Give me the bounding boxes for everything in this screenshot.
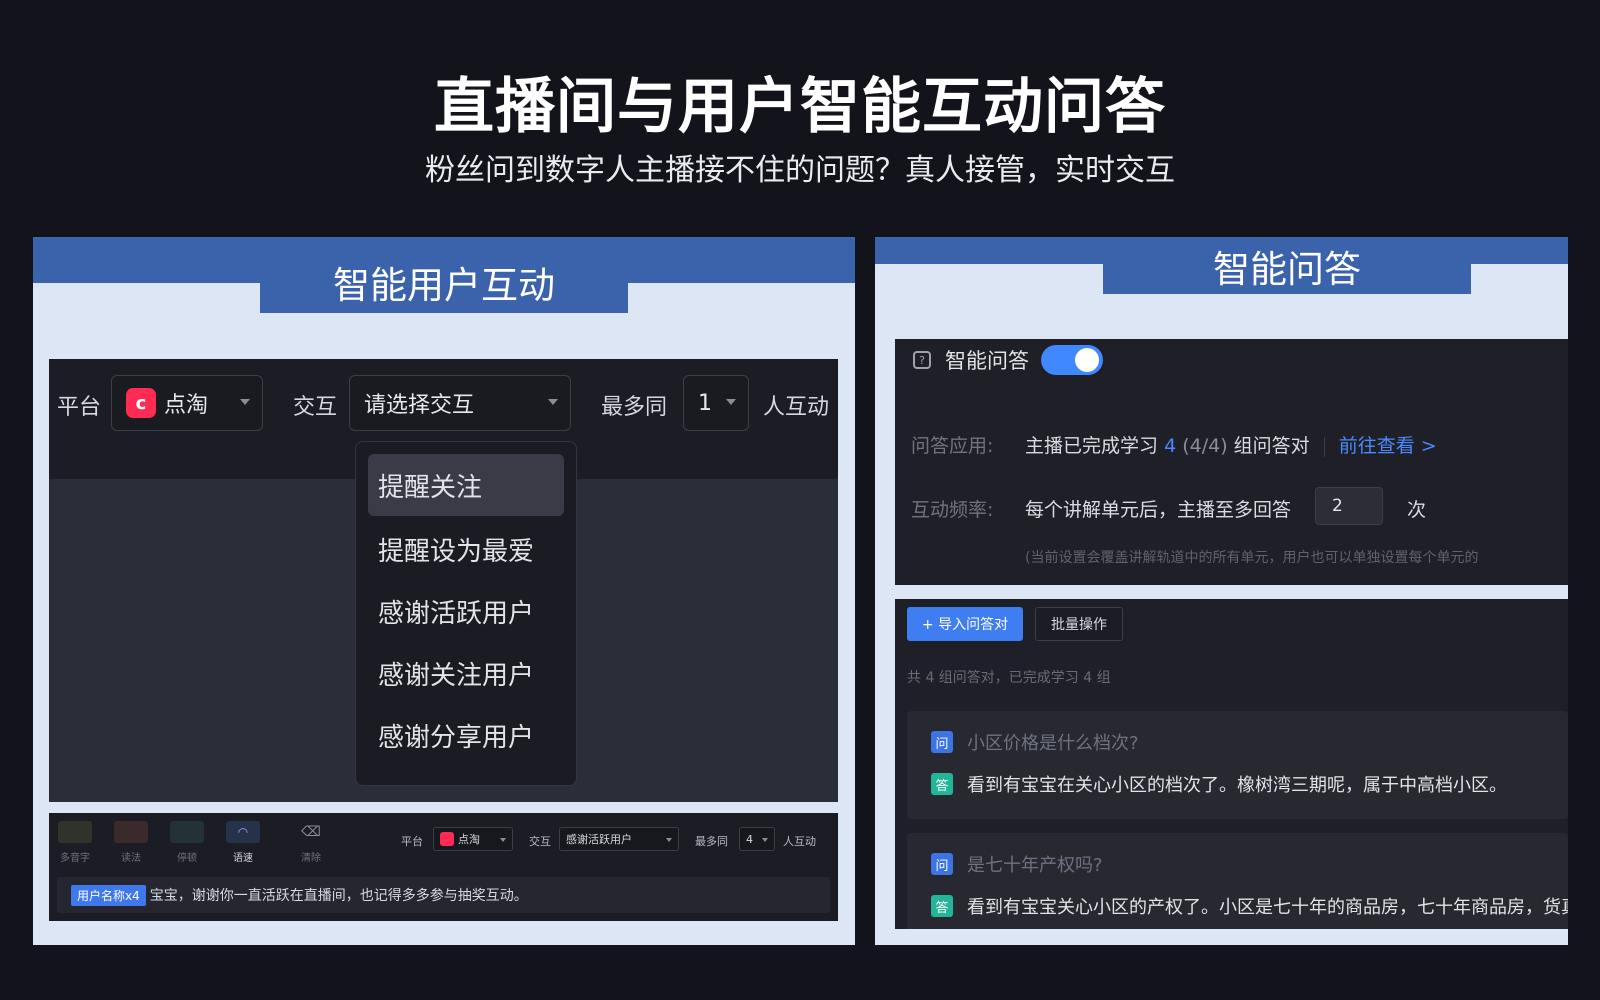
dropdown-option[interactable]: 提醒关注	[368, 454, 564, 516]
mini-interaction-label: 交互	[529, 835, 551, 848]
freq-text: 每个讲解单元后，主播至多回答	[1025, 499, 1292, 521]
qa-item[interactable]: 问 是七十年产权吗? 答 看到有宝宝关心小区的产权了。小区是七十年的商品房，七十…	[907, 833, 1568, 929]
panel-tab-title: 智能问答	[1103, 237, 1471, 294]
dropdown-option[interactable]: 提醒设为最爱	[368, 518, 564, 580]
tool-pause[interactable]: 停顿	[165, 821, 209, 864]
diantao-logo-icon	[440, 832, 454, 846]
qa-list-screenshot: + 导入问答对 批量操作 共 4 组问答对，已完成学习 4 组 问 小区价格是什…	[895, 599, 1568, 929]
panel-tab-title: 智能用户互动	[260, 237, 628, 313]
interaction-select-placeholder: 请选择交互	[364, 393, 475, 418]
chevron-down-icon	[500, 838, 506, 842]
diantao-logo-icon: c	[126, 388, 156, 418]
toggle-knob	[1075, 348, 1099, 372]
qa-answer: 看到有宝宝在关心小区的档次了。橡树湾三期呢，属于中高档小区。	[967, 775, 1507, 796]
platform-label: 平台	[57, 395, 102, 420]
question-badge-icon: 问	[931, 731, 953, 753]
chevron-down-icon	[762, 838, 768, 842]
app-label: 问答应用:	[911, 435, 994, 457]
dropdown-option[interactable]: 感谢活跃用户	[368, 580, 564, 642]
script-editor-screenshot: 多音字 读法 停顿 ◠ 语速 ⌫ 清除 平台 点淘 交互 感谢活跃用户 最多同	[49, 813, 838, 921]
answer-badge-icon: 答	[931, 773, 953, 795]
qa-answer: 看到有宝宝关心小区的产权了。小区是七十年的商品房，七十年商品房，货真价	[967, 897, 1568, 918]
dropdown-option[interactable]: 感谢关注用户	[368, 642, 564, 704]
qa-summary: 共 4 组问答对，已完成学习 4 组	[907, 670, 1111, 686]
reading-icon	[114, 821, 148, 843]
mini-max-select[interactable]: 4	[739, 827, 775, 851]
dropdown-option[interactable]: 感谢分享用户	[368, 704, 564, 766]
speed-gauge-icon: ◠	[226, 821, 260, 843]
tool-clear[interactable]: ⌫ 清除	[289, 821, 333, 864]
eraser-icon: ⌫	[301, 824, 321, 840]
max-select[interactable]: 1	[683, 375, 749, 431]
interaction-dropdown: 提醒关注 提醒设为最爱 感谢活跃用户 感谢关注用户 感谢分享用户	[355, 441, 577, 786]
qa-item[interactable]: 问 小区价格是什么档次? 答 看到有宝宝在关心小区的档次了。橡树湾三期呢，属于中…	[907, 711, 1568, 819]
settings-note: (当前设置会覆盖讲解轨道中的所有单元，用户也可以单独设置每个单元的	[1025, 550, 1479, 566]
chevron-down-icon	[240, 399, 250, 405]
username-tag: 用户名称x4	[71, 884, 146, 906]
qa-settings-header: ? 智能问答	[913, 345, 1103, 375]
app-status: 主播已完成学习 4 (4/4) 组问答对 前往查看 >	[1025, 435, 1437, 457]
polyphone-icon	[58, 821, 92, 843]
qa-settings-title: 智能问答	[945, 349, 1029, 373]
qa-panel: 智能问答 ? 智能问答 问答应用: 主播已完成学习 4 (4/4) 组问答对 前…	[875, 237, 1568, 945]
mini-platform-select[interactable]: 点淘	[433, 827, 513, 851]
qa-toggle[interactable]	[1041, 345, 1103, 375]
freq-label: 互动频率:	[911, 499, 994, 521]
max-label: 最多同	[601, 395, 668, 420]
tool-speed[interactable]: ◠ 语速	[221, 821, 265, 864]
chevron-down-icon	[726, 399, 736, 405]
question-badge-icon: 问	[931, 853, 953, 875]
question-icon: ?	[913, 351, 931, 369]
import-qa-button[interactable]: + 导入问答对	[907, 607, 1023, 641]
mini-max-label: 最多同	[695, 835, 728, 848]
batch-operation-button[interactable]: 批量操作	[1035, 607, 1123, 641]
view-link[interactable]: 前往查看 >	[1339, 435, 1437, 457]
freq-input[interactable]: 2	[1315, 487, 1383, 525]
script-message[interactable]: 用户名称x4 宝宝，谢谢你一直活跃在直播间，也记得多多参与抽奖互动。	[57, 877, 830, 913]
mini-platform-label: 平台	[401, 835, 423, 848]
chevron-down-icon	[666, 838, 672, 842]
qa-settings-screenshot: ? 智能问答 问答应用: 主播已完成学习 4 (4/4) 组问答对 前往查看 >…	[895, 339, 1568, 585]
chevron-down-icon	[548, 399, 558, 405]
divider	[1323, 436, 1325, 457]
mini-interaction-select[interactable]: 感谢活跃用户	[559, 827, 679, 851]
app-ratio: (4/4)	[1182, 435, 1228, 457]
answer-badge-icon: 答	[931, 895, 953, 917]
freq-unit: 次	[1407, 499, 1427, 521]
qa-question: 是七十年产权吗?	[967, 855, 1103, 876]
pause-icon	[170, 821, 204, 843]
platform-select[interactable]: c 点淘	[111, 375, 263, 431]
page-subtitle: 粉丝问到数字人主播接不住的问题？真人接管，实时交互	[425, 153, 1175, 188]
tool-reading[interactable]: 读法	[109, 821, 153, 864]
tail-label: 人互动	[763, 395, 830, 420]
app-count: 4	[1164, 435, 1177, 457]
tool-polyphone[interactable]: 多音字	[53, 821, 97, 864]
interaction-panel: 智能用户互动 平台 c 点淘 交互 请选择交互 最多同 1 人互动 提醒关注 提…	[33, 237, 855, 945]
platform-select-value: 点淘	[164, 393, 209, 418]
interaction-screenshot: 平台 c 点淘 交互 请选择交互 最多同 1 人互动 提醒关注 提醒设为最爱 感…	[49, 359, 838, 802]
page-title: 直播间与用户智能互动问答	[434, 72, 1166, 142]
mini-tail-label: 人互动	[783, 835, 816, 848]
interaction-select[interactable]: 请选择交互	[349, 375, 571, 431]
qa-question: 小区价格是什么档次?	[967, 733, 1139, 754]
script-message-text: 宝宝，谢谢你一直活跃在直播间，也记得多多参与抽奖互动。	[149, 888, 528, 904]
interaction-label: 交互	[293, 395, 338, 420]
max-select-value: 1	[698, 390, 712, 416]
